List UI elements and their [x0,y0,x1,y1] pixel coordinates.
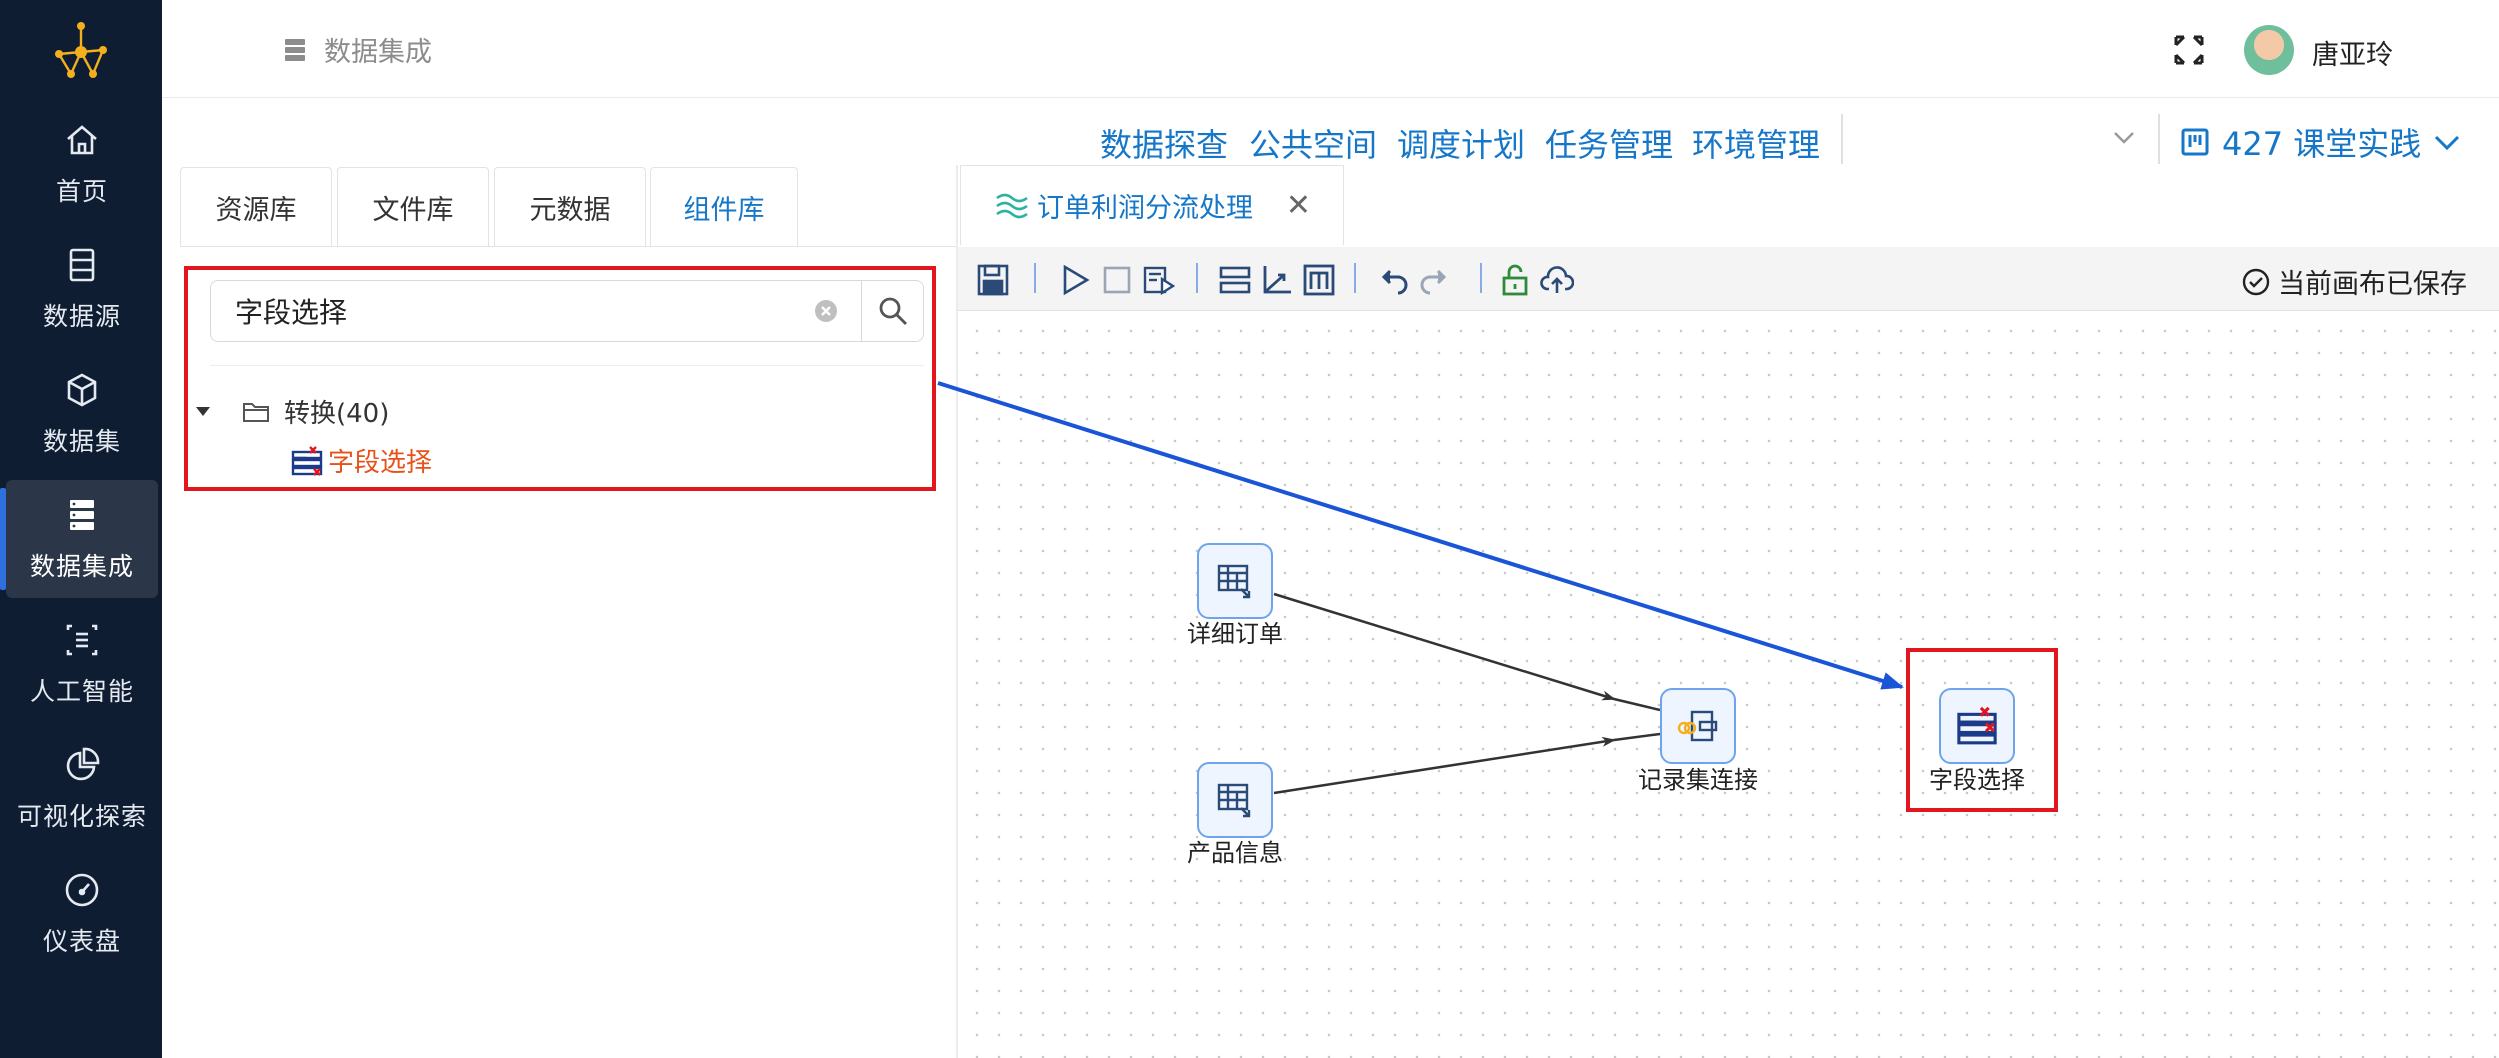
cloud-upload-icon[interactable] [1540,263,1574,297]
sidebar-item-label: 数据源 [42,302,121,331]
app-logo-icon [55,22,107,78]
toolbar-separator [1480,263,1482,293]
toolbar-separator [1354,263,1356,293]
database-icon [69,248,95,282]
workflow-canvas[interactable] [958,312,2499,1058]
topnav-item-explore[interactable]: 数据探查 [1100,120,1228,166]
tab-file-library[interactable]: 文件库 [337,167,489,247]
cube-icon [67,373,97,407]
topnav-item-schedule[interactable]: 调度计划 [1397,120,1525,166]
user-name[interactable]: 唐亚玲 [2312,33,2393,72]
server-stack-icon [70,500,94,530]
node-label: 记录集连接 [1638,766,1758,794]
tab-underline [180,246,956,247]
unlock-icon[interactable] [1498,263,1532,297]
workflow-icon [996,193,1028,218]
sidebar-item-dataset[interactable]: 数据集 [6,355,158,473]
tab-metadata[interactable]: 元数据 [494,167,646,247]
breadcrumb: 数据集成 [282,30,432,69]
highlight-box-search [184,266,936,491]
sidebar-item-label: 人工智能 [29,677,134,706]
sidebar-item-visual-explore[interactable]: 可视化探索 [6,730,158,848]
sidebar-item-label: 可视化探索 [16,802,147,831]
toolbar-separator [1196,263,1198,293]
sidebar-item-dashboard[interactable]: 仪表盘 [6,855,158,973]
divider [1841,114,1843,164]
pie-chart-icon [66,747,100,781]
project-selector[interactable]: 427 课堂实践 [2180,119,2461,165]
topnav-item-task-manage[interactable]: 任务管理 [1545,120,1673,166]
save-icon[interactable] [976,263,1010,297]
run-icon[interactable] [1058,263,1092,297]
table-input-icon [1217,564,1251,599]
highlight-box-node [1906,648,2058,812]
sidebar-item-datasource[interactable]: 数据源 [6,230,158,348]
axis-icon[interactable] [1260,263,1294,297]
metadata-icon[interactable] [1302,263,1336,297]
align-icon[interactable] [1218,263,1252,297]
sidebar-item-home[interactable]: 首页 [6,105,158,223]
sidebar-item-label: 数据集 [42,427,121,456]
topnav-item-env-manage[interactable]: 环境管理 [1692,120,1820,166]
sidebar-item-label: 仪表盘 [42,927,121,956]
header: 数据集成 唐亚玲 [162,0,2499,98]
topnav-item-public-space[interactable]: 公共空间 [1249,120,1377,166]
run-step-icon[interactable] [1142,263,1176,297]
node-detail-order[interactable] [1197,543,1273,619]
node-label: 详细订单 [1187,620,1283,648]
canvas-tab-title: 订单利润分流处理 [1037,193,1253,224]
avatar[interactable] [2244,25,2294,75]
sidebar-item-ai[interactable]: 人工智能 [6,605,158,723]
divider [2158,114,2160,164]
node-product-info[interactable] [1197,762,1273,838]
node-label: 产品信息 [1187,839,1283,867]
sidebar-item-label: 数据集成 [29,552,134,581]
chevron-down-icon [2435,135,2460,151]
home-icon [67,125,97,155]
tab-component-library[interactable]: 组件库 [650,167,798,247]
sidebar-item-label: 首页 [55,177,108,206]
redo-icon[interactable] [1418,263,1452,297]
close-icon[interactable]: ✕ [1286,188,1311,223]
fullscreen-icon[interactable] [2172,33,2206,67]
save-status: 当前画布已保存 [2242,262,2467,301]
save-status-text: 当前画布已保存 [2278,269,2467,300]
join-icon [1677,710,1718,742]
ai-icon [66,624,98,656]
node-record-join[interactable] [1660,688,1736,764]
table-input-icon [1217,783,1251,818]
gauge-icon [65,873,99,907]
breadcrumb-label: 数据集成 [324,37,432,68]
toolbar-separator [1034,263,1036,293]
sidebar-item-data-integration[interactable]: 数据集成 [0,480,158,598]
undo-icon[interactable] [1376,263,1410,297]
chevron-down-icon[interactable] [2112,128,2136,146]
sidebar: 首页 数据源 数据集 数据集成 人工智能 可视化探索 仪表盘 [0,0,162,1058]
stop-icon[interactable] [1100,263,1134,297]
project-name: 427 课堂实践 [2222,125,2422,163]
database-icon [285,38,305,61]
project-board-icon [2181,128,2209,156]
tab-resource-library[interactable]: 资源库 [180,167,332,247]
tab-canvas-order-profit[interactable]: 订单利润分流处理 ✕ [960,165,1344,245]
check-circle-icon [2242,268,2270,295]
